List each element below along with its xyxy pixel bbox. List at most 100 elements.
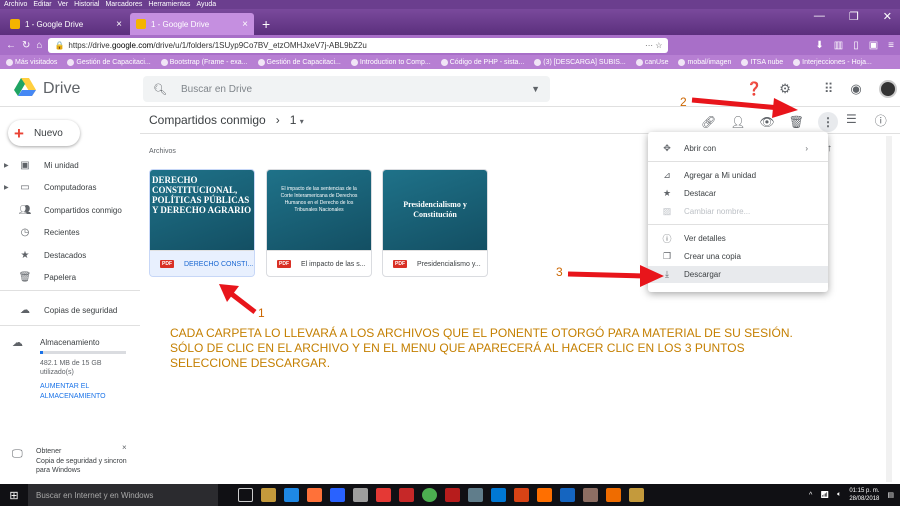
sidebar-item-copias[interactable]: ☁ Copias de seguridad [0,301,140,319]
bookmark-item[interactable]: Interjecciones - Hoja... [793,58,872,66]
search-bar[interactable]: 🔍︎ Buscar en Drive ▼ [143,76,550,102]
details-info-icon[interactable]: ⓘ [875,112,887,129]
breadcrumb-parent[interactable]: Compartidos conmigo [149,113,266,127]
menu-herramientas[interactable]: Herramientas [148,0,190,9]
close-tab-icon[interactable]: × [242,19,248,30]
volume-icon[interactable]: 🔈︎ [837,491,841,499]
bookmark-item[interactable]: Introduction to Comp... [350,58,431,66]
menu-marcadores[interactable]: Marcadores [105,0,142,9]
powerpoint-icon[interactable] [514,488,529,502]
search-icon[interactable]: 🔍︎ [153,83,167,96]
app-name[interactable]: Drive [43,80,80,98]
menu-item-ver-detalles[interactable]: ⓘ Ver detalles [648,230,828,247]
menu-ayuda[interactable]: Ayuda [196,0,216,9]
menu-item-descargar[interactable]: ⤓ Descargar [648,266,828,283]
clock[interactable]: 01:15 p. m. 28/08/2018 [849,487,879,503]
sidebar-item-compartidos[interactable]: 👥︎ Compartidos conmigo [0,201,140,219]
taskbar-search[interactable]: Buscar en Internet y en Windows [28,484,218,506]
firefox-icon[interactable] [307,488,322,502]
menu-archivo[interactable]: Archivo [4,0,27,9]
browser-tab[interactable]: 1 - Google Drive × [4,13,128,35]
pdf-reader-icon[interactable] [376,488,391,502]
page-actions-icon[interactable]: ··· ☆ [645,41,662,50]
browser-tab-active[interactable]: 1 - Google Drive × [130,13,254,35]
bookmark-item[interactable]: Bootstrap (Frame - exa... [160,58,248,66]
bookmark-item[interactable]: Código de PHP - sista... [440,58,524,66]
bookmark-item[interactable]: ITSA nube [741,58,783,66]
new-button[interactable]: + Nuevo [8,120,80,146]
apps-grid-icon[interactable]: ⠿ [824,81,834,97]
search-input[interactable]: Buscar en Drive [181,84,252,95]
task-view-icon[interactable] [238,488,253,502]
sidebar-item-destacados[interactable]: ★ Destacados [0,246,140,264]
app-icon[interactable] [583,488,598,502]
close-promo-icon[interactable]: × [122,443,127,452]
minimize-icon[interactable]: — [814,10,825,23]
sidebar-toggle-icon[interactable]: ▯ [853,40,859,51]
sidebar-item-recientes[interactable]: ◷ Recientes [0,223,140,241]
app-icon[interactable] [399,488,414,502]
app-icon[interactable] [468,488,483,502]
xampp-icon[interactable] [537,488,552,502]
new-tab-icon[interactable]: + [262,16,270,32]
edge-icon[interactable] [284,488,299,502]
close-tab-icon[interactable]: × [116,19,122,30]
filezilla-icon[interactable] [445,488,460,502]
list-view-icon[interactable]: ☰ [846,112,857,129]
menu-item-crear-copia[interactable]: ❐ Crear una copia [648,248,828,265]
word-icon[interactable] [560,488,575,502]
network-icon[interactable]: 📶︎ [820,491,829,499]
scrollbar[interactable] [886,136,892,482]
menu-item-destacar[interactable]: ★ Destacar [648,185,828,202]
bookmark-item[interactable]: Gestión de Capacitaci... [67,58,151,66]
notifications-icon[interactable]: ◉ [850,81,861,97]
folder-icon[interactable] [629,488,644,502]
download-toolbar-icon[interactable]: ⬇ [815,40,823,51]
upgrade-storage-link[interactable]: AUMENTAR EL ALMACENAMIENTO [40,382,130,402]
menu-editar[interactable]: Editar [33,0,51,9]
url-bar[interactable]: 🔒 https://drive. google.com/drive/u/1/fol… [48,37,669,53]
search-options-icon[interactable]: ▼ [531,84,540,94]
avatar[interactable] [878,80,897,98]
library-icon[interactable]: ▥ [834,40,843,51]
vlc-icon[interactable] [606,488,621,502]
menu-item-agregar[interactable]: ⊿ Agregar a Mi unidad [648,167,828,184]
file-explorer-icon[interactable] [261,488,276,502]
expand-arrow-icon[interactable]: ▶ [4,162,12,169]
menu-historial[interactable]: Historial [74,0,99,9]
expand-arrow-icon[interactable]: ▶ [4,184,12,191]
bookmark-item[interactable]: canUse [635,58,668,66]
maximize-icon[interactable]: ❐ [849,10,859,23]
bookmark-item[interactable]: Gestión de Capacitaci... [257,58,341,66]
breadcrumb-current[interactable]: 1 ▾ [290,113,304,127]
home-icon[interactable]: ⌂ [36,40,42,51]
menu-ver[interactable]: Ver [58,0,69,9]
file-card[interactable]: Presidencialismo y Constitución PDF Presi… [382,169,488,277]
bookmark-item[interactable]: (3) [DESCARGA] SUBIS... [534,58,626,66]
sidebar-item-computadoras[interactable]: ▶ ▭ Computadoras [0,178,140,196]
back-icon[interactable]: ← [6,40,16,51]
close-window-icon[interactable]: ✕ [883,10,892,23]
drive-logo-icon[interactable] [14,78,36,96]
more-actions-icon[interactable]: ⋮ [817,112,838,132]
menu-hamburger-icon[interactable]: ≡ [888,40,894,51]
file-card[interactable]: El impacto de las sentencias de la Corte… [266,169,372,277]
app-icon[interactable] [353,488,368,502]
store-icon[interactable] [330,488,345,502]
windows-start-icon[interactable]: ⊞ [0,484,28,506]
promo-text[interactable]: Copia de seguridad y sincron para Window… [36,457,136,475]
chrome-icon[interactable] [422,488,437,502]
action-center-icon[interactable]: ▤ [887,491,894,499]
extension-icon[interactable]: ▣ [869,40,878,51]
menu-item-abrir-con[interactable]: ✥ Abrir con › [648,140,828,157]
pdf-icon: PDF [393,260,407,268]
tray-expand-icon[interactable]: ^ [809,492,812,499]
file-card[interactable]: DERECHO CONSTITUCIONAL, POLÍTICAS PÚBLIC… [149,169,255,277]
outlook-icon[interactable] [491,488,506,502]
bookmark-item[interactable]: mobal/imagen [678,58,731,66]
sidebar-item-mi-unidad[interactable]: ▶ ▣ Mi unidad [0,156,140,174]
storage-bar [40,351,126,354]
sidebar-item-papelera[interactable]: 🗑︎ Papelera [0,268,140,286]
reload-icon[interactable]: ↻ [22,40,30,51]
bookmark-item[interactable]: Más visitados [6,58,57,66]
